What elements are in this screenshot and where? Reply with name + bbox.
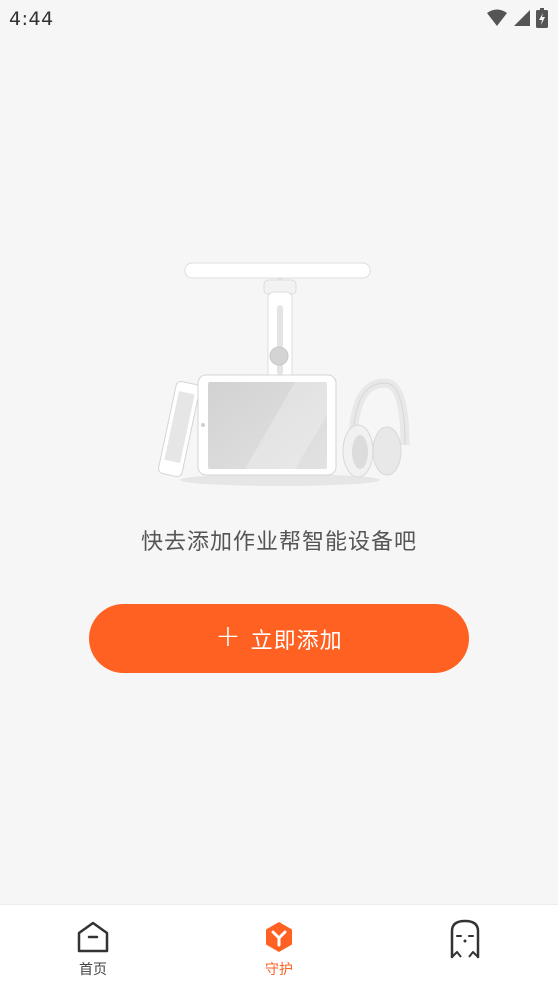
- nav-tab-profile[interactable]: [372, 905, 558, 993]
- bottom-nav: 首页 守护: [0, 904, 558, 993]
- empty-state-message: 快去添加作业帮智能设备吧: [140, 530, 417, 555]
- home-icon: [77, 921, 109, 953]
- plus-icon: +: [215, 619, 241, 654]
- nav-tab-home[interactable]: 首页: [0, 905, 186, 993]
- status-time: 4:44: [9, 8, 54, 30]
- add-device-label: 立即添加: [250, 628, 343, 654]
- nav-label-home: 首页: [79, 962, 107, 978]
- signal-icon: [513, 9, 530, 31]
- wifi-icon: [487, 9, 507, 31]
- nav-label-guard: 守护: [265, 962, 293, 978]
- smart-devices-illustration: [155, 255, 410, 490]
- profile-icon: [447, 919, 483, 959]
- guard-icon: [263, 921, 295, 953]
- status-icons: [487, 8, 548, 32]
- status-bar: 4:44: [0, 0, 558, 38]
- add-device-button[interactable]: + 立即添加: [89, 604, 469, 673]
- battery-icon: [536, 8, 548, 32]
- nav-tab-guard[interactable]: 守护: [186, 905, 372, 993]
